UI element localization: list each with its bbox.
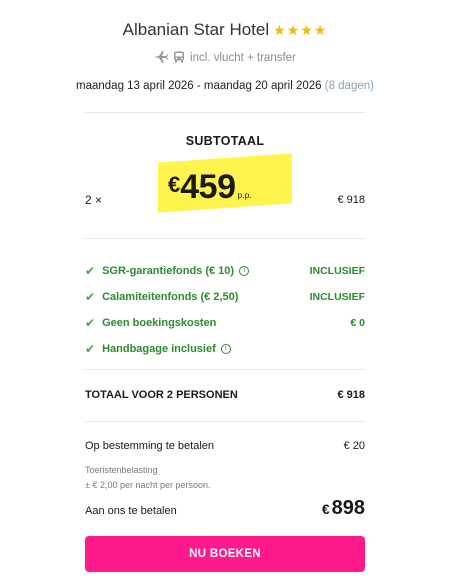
list-item: ✔ SGR-garantiefonds (€ 10) i INCLUSIEF xyxy=(85,258,365,284)
check-icon: ✔ xyxy=(85,264,96,278)
included-list: ✔ SGR-garantiefonds (€ 10) i INCLUSIEF ✔ Ca… xyxy=(85,258,365,362)
destination-label: Op bestemming te betalen xyxy=(85,440,215,452)
book-now-button[interactable]: NU BOEKEN xyxy=(85,536,365,572)
check-icon: ✔ xyxy=(85,342,96,356)
payment-value: 898 xyxy=(331,497,365,519)
divider xyxy=(85,112,365,113)
hotel-title: Albanian Star Hotel ★★★★ xyxy=(0,20,450,40)
info-icon[interactable]: i xyxy=(239,266,250,276)
total-row: TOTAAL VOOR 2 PERSONEN € 918 xyxy=(85,389,365,401)
perk-label: Handbagage inclusief xyxy=(102,343,216,355)
perk-label: SGR-garantiefonds (€ 10) xyxy=(102,265,235,277)
perk-value: INCLUSIEF xyxy=(309,265,365,277)
tax-label: Toeristenbelasting xyxy=(85,465,158,475)
payment-label: Aan ons te betalen xyxy=(85,505,177,517)
check-icon: ✔ xyxy=(85,290,96,304)
divider xyxy=(85,369,365,370)
destination-row: Op bestemming te betalen € 20 xyxy=(85,440,365,452)
quantity: 2 × xyxy=(85,193,103,207)
payment-currency: € xyxy=(321,501,330,517)
subtotal-value: € 918 xyxy=(337,194,365,206)
total-value: € 918 xyxy=(337,389,365,401)
bus-icon xyxy=(173,51,185,66)
destination-value: € 20 xyxy=(343,440,365,452)
transport-info: incl. vlucht + transfer xyxy=(0,51,450,66)
list-item: ✔ Calamiteitenfonds (€ 2,50) INCLUSIEF xyxy=(85,284,365,310)
price-amount: 459 xyxy=(180,168,236,206)
check-icon: ✔ xyxy=(85,316,96,330)
duration: (8 dagen) xyxy=(324,80,374,92)
perk-value: INCLUSIEF xyxy=(309,291,365,303)
perk-label: Calamiteitenfonds (€ 2,50) xyxy=(102,291,239,303)
info-icon[interactable]: i xyxy=(220,344,231,354)
price-per-person: €459 p.p. xyxy=(168,168,252,207)
list-item: ✔ Handbagage inclusief i xyxy=(85,336,365,362)
total-label: TOTAAL VOOR 2 PERSONEN xyxy=(85,389,238,401)
subtotal-heading: SUBTOTAAL xyxy=(185,134,265,148)
payment-amount: €898 xyxy=(322,497,365,520)
hotel-name: Albanian Star Hotel xyxy=(122,20,270,39)
perk-value: € 0 xyxy=(350,317,365,329)
perk-label: Geen boekingskosten xyxy=(102,317,217,329)
price-currency: € xyxy=(168,172,181,197)
date-range: maandag 13 april 2026 - maandag 20 april… xyxy=(76,80,322,92)
divider xyxy=(85,421,365,422)
list-item: ✔ Geen boekingskosten € 0 xyxy=(85,310,365,336)
payment-row: Aan ons te betalen €898 xyxy=(85,497,365,520)
transport-text: incl. vlucht + transfer xyxy=(190,52,296,64)
star-rating-icon: ★★★★ xyxy=(273,22,328,38)
plane-icon xyxy=(154,51,169,66)
travel-dates: maandag 13 april 2026 - maandag 20 april… xyxy=(0,80,450,92)
per-person-label: p.p. xyxy=(237,190,252,200)
divider xyxy=(85,238,365,239)
tax-note: ± € 2,00 per nacht per persoon. xyxy=(85,480,211,490)
